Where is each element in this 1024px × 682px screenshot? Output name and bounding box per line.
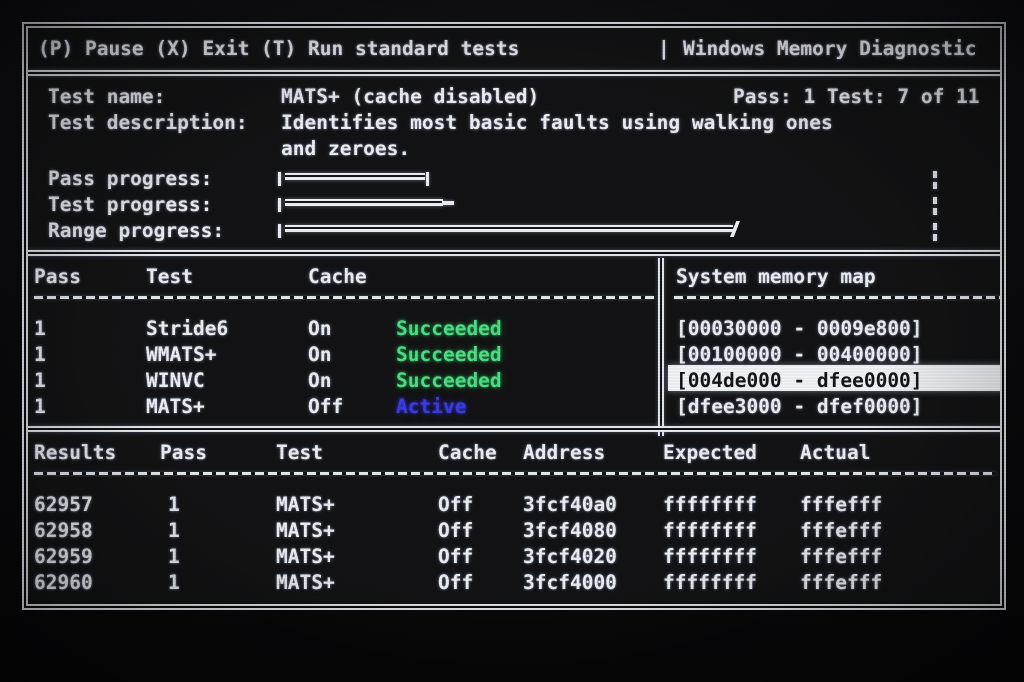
- results-row-test: MATS+: [276, 519, 335, 542]
- results-table-dashed-rule: [34, 472, 996, 475]
- results-row-test: MATS+: [276, 545, 335, 568]
- results-row-expected: ffffffff: [663, 493, 757, 516]
- test-description-line-2: and zeroes.: [281, 137, 411, 160]
- status-row-status: Succeeded: [396, 317, 502, 340]
- test-progress-label: Test progress:: [48, 193, 213, 216]
- status-header-pass: Pass: [34, 265, 81, 288]
- status-row-status: Active: [396, 395, 467, 418]
- divider-below-menu: [28, 70, 1000, 76]
- status-row-cache: On: [308, 317, 332, 340]
- app-title: Windows Memory Diagnostic: [683, 37, 977, 60]
- results-row-cache: Off: [438, 545, 474, 568]
- results-header-results: Results: [34, 441, 117, 464]
- results-header-address: Address: [523, 441, 606, 464]
- results-header-expected: Expected: [663, 441, 757, 464]
- results-row-pass: 1: [168, 571, 180, 594]
- pass-progress-label: Pass progress:: [48, 167, 213, 190]
- results-row-address: 3fcf40a0: [523, 493, 617, 516]
- results-row-results: 62959: [34, 545, 93, 568]
- test-name-value: MATS+ (cache disabled): [281, 85, 540, 108]
- status-row-cache: On: [308, 343, 332, 366]
- results-row-results: 62957: [34, 493, 93, 516]
- status-row-test: MATS+: [146, 395, 205, 418]
- results-row-actual: fffefff: [800, 493, 883, 516]
- range-progress-bar: [278, 218, 943, 244]
- status-row-pass: 1: [34, 317, 46, 340]
- results-row-pass: 1: [168, 545, 180, 568]
- status-row-cache: Off: [308, 395, 344, 418]
- pass-progress-fill: [285, 173, 425, 180]
- console-frame: (P) Pause (X) Exit (T) Run standard test…: [22, 22, 1006, 610]
- results-row-pass: 1: [168, 519, 180, 542]
- menu-hotkeys-bar[interactable]: (P) Pause (X) Exit (T) Run standard test…: [38, 36, 519, 62]
- results-row-test: MATS+: [276, 493, 335, 516]
- results-row-expected: ffffffff: [663, 571, 757, 594]
- console-inner: (P) Pause (X) Exit (T) Run standard test…: [28, 28, 1000, 604]
- status-row-pass: 1: [34, 369, 46, 392]
- results-row-results: 62958: [34, 519, 93, 542]
- results-row-cache: Off: [438, 519, 474, 542]
- results-row-actual: fffefff: [800, 571, 883, 594]
- status-row-pass: 1: [34, 395, 46, 418]
- test-description-label: Test description:: [48, 111, 248, 134]
- vertical-divider: [658, 258, 664, 436]
- title-separator-pipe: |: [658, 37, 670, 60]
- results-row-actual: fffefff: [800, 519, 883, 542]
- divider-below-status: [28, 426, 1000, 432]
- range-progress-end-marker: [933, 223, 937, 245]
- results-header-actual: Actual: [800, 441, 871, 464]
- status-row-test: WINVC: [146, 369, 205, 392]
- results-header-test: Test: [276, 441, 323, 464]
- memory-map-range: [004de000 - dfee0000]: [676, 369, 923, 392]
- pass-test-counter: Pass: 1 Test: 7 of 11: [733, 85, 980, 108]
- status-header-cache: Cache: [308, 265, 367, 288]
- pass-progress-bar: [278, 166, 943, 192]
- test-progress-tip: [442, 201, 454, 205]
- memory-map-row-selected[interactable]: [004de000 - dfee0000]: [668, 365, 1000, 392]
- results-row-pass: 1: [168, 493, 180, 516]
- status-row-test: Stride6: [146, 317, 229, 340]
- pass-progress-end-marker: [933, 171, 937, 193]
- status-row-status: Succeeded: [396, 369, 502, 392]
- test-description-line-1: Identifies most basic faults using walki…: [281, 111, 833, 134]
- test-progress-bar: [278, 192, 943, 218]
- divider-below-progress: [28, 250, 1000, 256]
- results-row-cache: Off: [438, 571, 474, 594]
- memory-map-dashed-rule: [674, 296, 1000, 299]
- results-row-address: 3fcf4000: [523, 571, 617, 594]
- range-progress-start-cap: [278, 224, 281, 238]
- results-row-expected: ffffffff: [663, 545, 757, 568]
- test-progress-start-cap: [278, 198, 281, 212]
- pass-progress-start-cap: [278, 172, 281, 186]
- test-progress-fill: [285, 199, 443, 206]
- status-row-test: WMATS+: [146, 343, 217, 366]
- test-progress-end-marker: [933, 197, 937, 219]
- results-row-actual: fffefff: [800, 545, 883, 568]
- memory-map-title: System memory map: [676, 265, 876, 288]
- results-row-test: MATS+: [276, 571, 335, 594]
- results-row-address: 3fcf4020: [523, 545, 617, 568]
- pass-progress-tip: [426, 172, 429, 186]
- results-row-cache: Off: [438, 493, 474, 516]
- range-progress-fill: [285, 225, 733, 232]
- status-row-pass: 1: [34, 343, 46, 366]
- results-header-cache: Cache: [438, 441, 497, 464]
- memory-map-row[interactable]: [dfee3000 - dfef0000]: [676, 394, 923, 420]
- status-row-cache: On: [308, 369, 332, 392]
- results-row-results: 62960: [34, 571, 93, 594]
- memory-map-row[interactable]: [00030000 - 0009e800]: [676, 316, 923, 342]
- status-header-test: Test: [146, 265, 193, 288]
- results-header-pass: Pass: [160, 441, 207, 464]
- status-row-status: Succeeded: [396, 343, 502, 366]
- test-name-label: Test name:: [48, 85, 166, 108]
- range-progress-label: Range progress:: [48, 219, 225, 242]
- memory-diagnostic-screen: (P) Pause (X) Exit (T) Run standard test…: [0, 0, 1024, 682]
- results-row-expected: ffffffff: [663, 519, 757, 542]
- results-row-address: 3fcf4080: [523, 519, 617, 542]
- status-table-dashed-rule: [34, 296, 654, 299]
